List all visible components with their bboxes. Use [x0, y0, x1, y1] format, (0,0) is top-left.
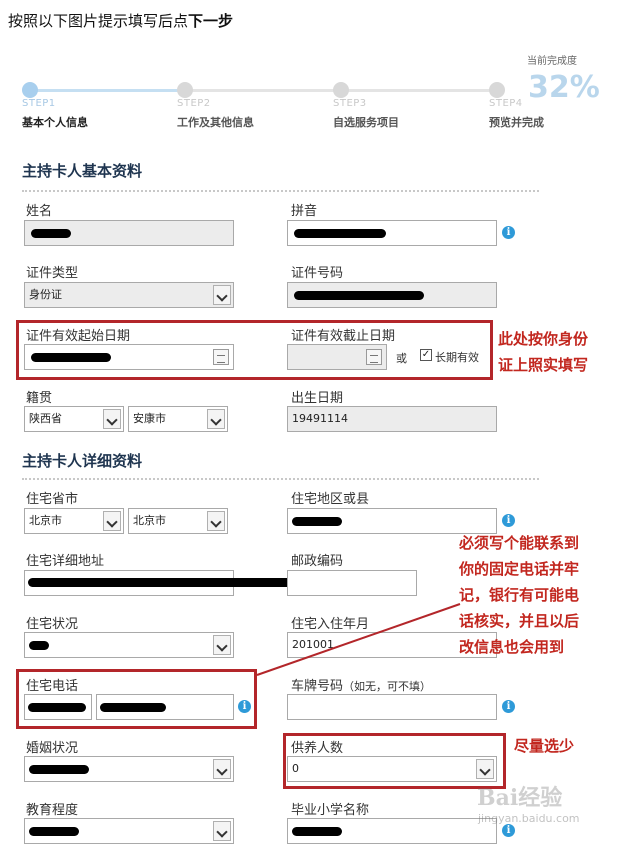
school-label: 毕业小学名称: [291, 803, 370, 818]
home-phone-area-input[interactable]: [24, 694, 92, 720]
plate-label: 车牌号码（如无，可不填）: [291, 679, 432, 694]
marital-label: 婚姻状况: [26, 741, 79, 756]
plate-input[interactable]: [287, 694, 497, 720]
dependents-select[interactable]: 0: [287, 756, 497, 782]
chevron-down-icon: [476, 759, 494, 779]
dependents-label: 供养人数: [291, 741, 344, 756]
dependents-note: 尽量选少: [514, 737, 575, 755]
school-input[interactable]: [287, 818, 497, 844]
chevron-down-icon: [213, 759, 231, 779]
info-icon[interactable]: i: [502, 700, 515, 713]
baidu-watermark-logo: Bai经验: [477, 785, 563, 811]
chevron-down-icon: [213, 821, 231, 841]
info-icon[interactable]: i: [238, 700, 251, 713]
baidu-watermark-url: jingyan.baidu.com: [478, 812, 580, 825]
education-label: 教育程度: [26, 803, 79, 818]
info-icon[interactable]: i: [502, 824, 515, 837]
education-select[interactable]: [24, 818, 234, 844]
home-phone-label: 住宅电话: [26, 679, 79, 694]
home-phone-number-input[interactable]: [96, 694, 234, 720]
marital-select[interactable]: [24, 756, 234, 782]
